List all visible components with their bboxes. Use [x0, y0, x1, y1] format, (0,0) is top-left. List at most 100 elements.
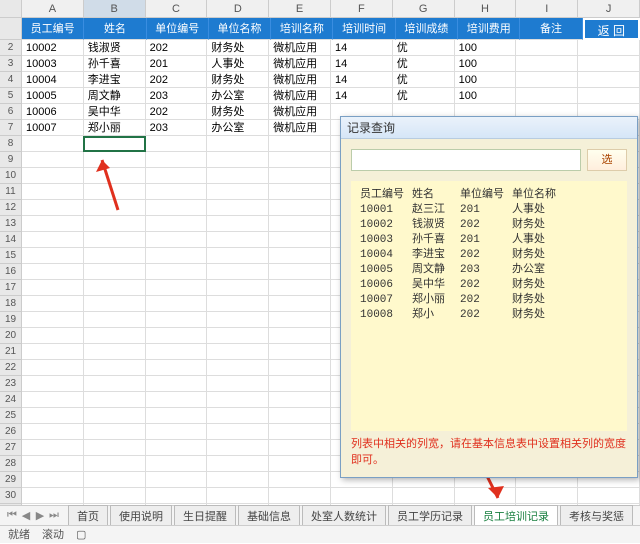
row-num[interactable]: 6 [0, 104, 22, 120]
cell[interactable]: 微机应用 [269, 56, 331, 72]
return-button[interactable]: 返 回 [584, 19, 639, 39]
cell[interactable] [22, 296, 84, 312]
cell[interactable] [269, 392, 331, 408]
cell[interactable]: 202 [146, 72, 208, 88]
cell[interactable] [84, 392, 146, 408]
cell[interactable] [22, 344, 84, 360]
cell[interactable]: 优 [393, 40, 455, 56]
cell[interactable]: 人事处 [207, 56, 269, 72]
cell[interactable] [84, 248, 146, 264]
cell[interactable]: 优 [393, 88, 455, 104]
row-num[interactable]: 22 [0, 360, 22, 376]
cell[interactable] [84, 344, 146, 360]
cell[interactable] [22, 488, 84, 504]
cell[interactable] [393, 488, 455, 504]
row-num[interactable]: 7 [0, 120, 22, 136]
cell[interactable] [269, 136, 331, 152]
cell[interactable] [269, 408, 331, 424]
row-num[interactable]: 23 [0, 376, 22, 392]
dialog-list-row[interactable]: 10004李进宝202财务处 [360, 248, 618, 263]
cell[interactable] [269, 424, 331, 440]
cell[interactable] [207, 344, 269, 360]
cell[interactable] [146, 424, 208, 440]
cell[interactable] [22, 216, 84, 232]
dialog-list-row[interactable]: 10001赵三江201人事处 [360, 203, 618, 218]
cell[interactable] [84, 360, 146, 376]
cell[interactable]: 203 [146, 88, 208, 104]
row-num[interactable]: 11 [0, 184, 22, 200]
cell[interactable] [146, 472, 208, 488]
cell[interactable]: 办公室 [207, 120, 269, 136]
cell[interactable] [22, 248, 84, 264]
row-num[interactable]: 26 [0, 424, 22, 440]
col-head-j[interactable]: J [578, 0, 640, 17]
cell[interactable] [269, 152, 331, 168]
cell[interactable] [269, 184, 331, 200]
cell[interactable]: 周文静 [84, 88, 146, 104]
row-num[interactable]: 29 [0, 472, 22, 488]
cell[interactable] [207, 152, 269, 168]
cell[interactable] [22, 472, 84, 488]
cell[interactable] [146, 152, 208, 168]
cell[interactable]: 14 [331, 72, 393, 88]
cell[interactable] [146, 216, 208, 232]
cell[interactable] [84, 184, 146, 200]
cell[interactable] [146, 200, 208, 216]
row-num[interactable]: 24 [0, 392, 22, 408]
cell[interactable] [22, 360, 84, 376]
dialog-list-row[interactable]: 10008郑小202财务处 [360, 308, 618, 323]
cell[interactable] [146, 264, 208, 280]
cell[interactable] [146, 312, 208, 328]
table-row[interactable]: 210002钱淑贤202财务处微机应用14优100 [0, 40, 640, 56]
sheet-tab[interactable]: 考核与奖惩 [560, 505, 633, 527]
dialog-list-row[interactable]: 10006吴中华202财务处 [360, 278, 618, 293]
cell[interactable] [22, 168, 84, 184]
row-num[interactable]: 30 [0, 488, 22, 504]
cell[interactable]: 10007 [22, 120, 84, 136]
cell[interactable] [22, 392, 84, 408]
cell[interactable] [146, 184, 208, 200]
cell[interactable] [84, 376, 146, 392]
cell[interactable]: 202 [146, 40, 208, 56]
cell[interactable] [84, 152, 146, 168]
dialog-result-list[interactable]: 员工编号 姓名 单位编号 单位名称 10001赵三江201人事处10002钱淑贤… [351, 181, 627, 431]
cell[interactable] [207, 392, 269, 408]
tab-first-icon[interactable]: ⏮ [6, 509, 18, 522]
row-num[interactable]: 14 [0, 232, 22, 248]
sheet-tab[interactable]: 处室人数统计 [302, 505, 386, 527]
row-num[interactable]: 28 [0, 456, 22, 472]
cell[interactable] [207, 376, 269, 392]
cell[interactable] [146, 232, 208, 248]
col-head-e[interactable]: E [269, 0, 331, 17]
cell[interactable] [146, 328, 208, 344]
cell[interactable] [269, 472, 331, 488]
cell[interactable] [22, 440, 84, 456]
cell[interactable] [269, 168, 331, 184]
tab-last-icon[interactable]: ⏭ [48, 509, 60, 522]
cell[interactable] [207, 456, 269, 472]
cell[interactable] [84, 456, 146, 472]
cell[interactable] [269, 360, 331, 376]
cell[interactable]: 钱淑贤 [84, 40, 146, 56]
cell[interactable] [146, 280, 208, 296]
dialog-list-row[interactable]: 10007郑小丽202财务处 [360, 293, 618, 308]
row-num[interactable]: 12 [0, 200, 22, 216]
cell[interactable] [269, 264, 331, 280]
cell[interactable] [269, 232, 331, 248]
cell[interactable]: 财务处 [207, 72, 269, 88]
cell[interactable] [22, 408, 84, 424]
cell[interactable] [22, 184, 84, 200]
cell[interactable] [269, 296, 331, 312]
sheet-tab[interactable]: 员工学历记录 [388, 505, 472, 527]
cell[interactable] [207, 424, 269, 440]
sheet-tab[interactable]: 使用说明 [110, 505, 172, 527]
macro-record-icon[interactable]: ▢ [76, 526, 86, 543]
row-num[interactable]: 9 [0, 152, 22, 168]
cell[interactable] [207, 264, 269, 280]
sheet-tab[interactable]: 基础信息 [238, 505, 300, 527]
select-all-corner[interactable] [0, 0, 22, 17]
cell[interactable]: 100 [455, 40, 517, 56]
cell[interactable]: 14 [331, 40, 393, 56]
cell[interactable] [516, 72, 578, 88]
cell[interactable] [269, 216, 331, 232]
